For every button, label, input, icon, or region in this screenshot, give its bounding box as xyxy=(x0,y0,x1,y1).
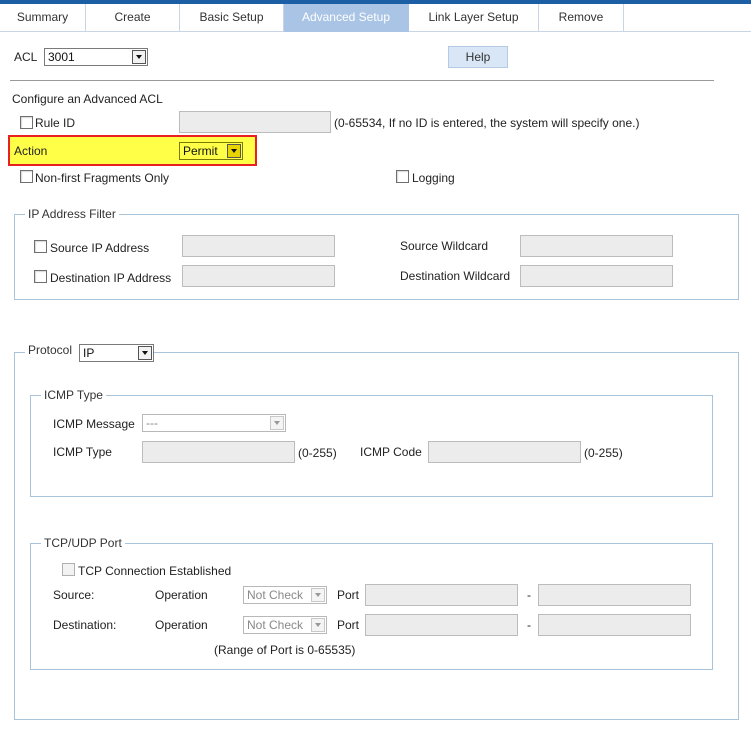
chevron-down-icon xyxy=(138,346,152,360)
tab-remove[interactable]: Remove xyxy=(539,4,624,32)
action-select-value: Permit xyxy=(183,144,218,158)
dest-wildcard-input[interactable] xyxy=(520,265,673,287)
non-first-fragments-label: Non-first Fragments Only xyxy=(35,171,170,185)
chevron-down-icon xyxy=(227,144,241,158)
rule-id-checkbox[interactable] xyxy=(20,116,33,129)
port-range-note: (Range of Port is 0-65535) xyxy=(214,643,356,657)
icmp-type-label: ICMP Type xyxy=(53,445,112,459)
rule-id-hint: (0-65534, If no ID is entered, the syste… xyxy=(334,116,640,130)
tcp-established-checkbox[interactable] xyxy=(62,563,75,576)
logging-label: Logging xyxy=(412,171,455,185)
source-port-start-input[interactable] xyxy=(365,584,518,606)
icmp-type-group: ICMP Type xyxy=(30,388,713,497)
destination-port-end-input[interactable] xyxy=(538,614,691,636)
tab-link-layer-setup[interactable]: Link Layer Setup xyxy=(409,4,539,32)
acl-select-value: 3001 xyxy=(48,50,75,64)
source-port-label: Source: xyxy=(53,588,95,602)
non-first-fragments-checkbox[interactable] xyxy=(20,170,33,183)
destination-port-start-input[interactable] xyxy=(365,614,518,636)
destination-operation-value: Not Check xyxy=(247,618,304,632)
help-button[interactable]: Help xyxy=(448,46,508,68)
tab-bar: Summary Create Basic Setup Advanced Setu… xyxy=(0,4,751,32)
chevron-down-icon xyxy=(311,618,325,632)
source-operation-label: Operation xyxy=(155,588,208,602)
destination-port-dash: - xyxy=(527,618,531,632)
destination-operation-select[interactable]: Not Check xyxy=(243,616,327,634)
rule-id-label: Rule ID xyxy=(35,116,76,130)
chevron-down-icon xyxy=(311,588,325,602)
chevron-down-icon xyxy=(270,416,284,430)
source-ip-input[interactable] xyxy=(182,235,335,257)
action-select[interactable]: Permit xyxy=(179,142,243,160)
source-wildcard-input[interactable] xyxy=(520,235,673,257)
destination-port-label: Destination: xyxy=(53,618,117,632)
tab-advanced-setup[interactable]: Advanced Setup xyxy=(284,4,409,32)
protocol-label: Protocol xyxy=(28,343,73,357)
tab-create[interactable]: Create xyxy=(86,4,180,32)
chevron-down-icon xyxy=(132,50,146,64)
header-divider xyxy=(10,80,714,81)
dest-ip-label: Destination IP Address xyxy=(50,271,172,285)
source-ip-checkbox[interactable] xyxy=(34,240,47,253)
icmp-type-legend: ICMP Type xyxy=(44,388,103,402)
action-label: Action xyxy=(14,144,48,158)
icmp-message-label: ICMP Message xyxy=(53,417,135,431)
source-port-text: Port xyxy=(337,588,360,602)
source-operation-value: Not Check xyxy=(247,588,304,602)
icmp-code-label: ICMP Code xyxy=(360,445,422,459)
dest-ip-input[interactable] xyxy=(182,265,335,287)
destination-operation-label: Operation xyxy=(155,618,208,632)
icmp-type-range: (0-255) xyxy=(298,446,337,460)
dest-ip-checkbox[interactable] xyxy=(34,270,47,283)
icmp-message-select[interactable]: --- xyxy=(142,414,286,432)
icmp-code-input[interactable] xyxy=(428,441,581,463)
dest-wildcard-label: Destination Wildcard xyxy=(400,269,511,283)
protocol-select-value: IP xyxy=(83,346,95,360)
tab-bar-filler xyxy=(624,4,751,32)
ip-address-filter-legend: IP Address Filter xyxy=(28,207,116,221)
section-title: Configure an Advanced ACL xyxy=(12,92,163,106)
rule-id-input[interactable] xyxy=(179,111,331,133)
tab-summary[interactable]: Summary xyxy=(0,4,86,32)
acl-label: ACL xyxy=(14,50,38,64)
icmp-type-input[interactable] xyxy=(142,441,295,463)
protocol-select[interactable]: IP xyxy=(79,344,154,362)
tcp-established-label: TCP Connection Established xyxy=(78,564,232,578)
icmp-message-value: --- xyxy=(146,416,158,430)
acl-select[interactable]: 3001 xyxy=(44,48,148,66)
tcp-udp-port-legend: TCP/UDP Port xyxy=(44,536,122,550)
source-port-dash: - xyxy=(527,588,531,602)
logging-checkbox[interactable] xyxy=(396,170,409,183)
tab-basic-setup[interactable]: Basic Setup xyxy=(180,4,284,32)
source-ip-label: Source IP Address xyxy=(50,241,150,255)
source-wildcard-label: Source Wildcard xyxy=(400,239,489,253)
source-port-end-input[interactable] xyxy=(538,584,691,606)
icmp-code-range: (0-255) xyxy=(584,446,623,460)
destination-port-text: Port xyxy=(337,618,360,632)
source-operation-select[interactable]: Not Check xyxy=(243,586,327,604)
